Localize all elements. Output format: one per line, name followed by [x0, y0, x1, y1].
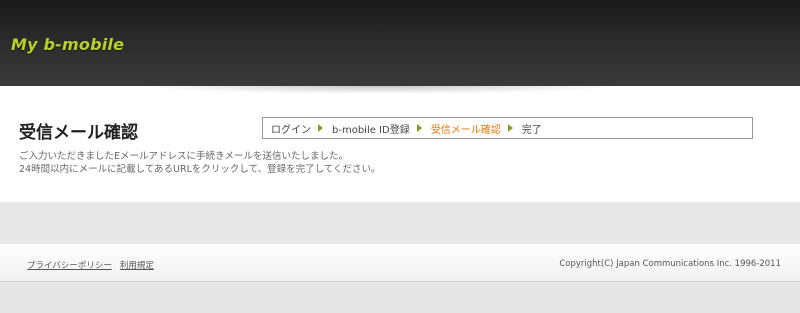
breadcrumb-step-mail-confirm: 受信メール確認 — [430, 124, 501, 136]
privacy-policy-link[interactable]: プライバシーポリシー — [27, 261, 112, 271]
message-line: ご入力いただきましたEメールアドレスに手続きメールを送信いたしました。 — [19, 151, 349, 162]
site-footer: プライバシーポリシー 利用規定 Copyright(C) Japan Commun… — [0, 244, 800, 282]
breadcrumb: ログイン b-mobile ID登録 受信メール確認 完了 — [262, 117, 753, 139]
page-title: 受信メール確認 — [19, 123, 138, 143]
page-bottom — [0, 282, 800, 313]
terms-link[interactable]: 利用規定 — [120, 261, 154, 271]
site-logo[interactable]: My b-mobile — [11, 35, 124, 54]
breadcrumb-arrow-icon — [507, 124, 513, 132]
breadcrumb-step-complete: 完了 — [521, 124, 542, 136]
breadcrumb-arrow-icon — [318, 124, 323, 132]
breadcrumb-step-register: b-mobile ID登録 — [332, 124, 410, 136]
message-line: 24時間以内にメールに記載してあるURLをクリックして、登録を完了してください。 — [19, 164, 381, 175]
spacer-band — [0, 202, 800, 244]
breadcrumb-arrow-icon — [416, 124, 422, 132]
site-header: My b-mobile — [0, 0, 800, 86]
breadcrumb-step-login: ログイン — [271, 124, 311, 136]
confirmation-message: ご入力いただきましたEメールアドレスに手続きメールを送信いたしました。 24時間… — [19, 150, 381, 176]
copyright-text: Copyright(C) Japan Communications Inc. 1… — [559, 259, 781, 269]
header-shadow — [140, 86, 620, 94]
main-content: 受信メール確認 ログイン b-mobile ID登録 受信メール確認 完了 ご入… — [0, 86, 800, 202]
footer-links: プライバシーポリシー 利用規定 — [27, 259, 162, 271]
